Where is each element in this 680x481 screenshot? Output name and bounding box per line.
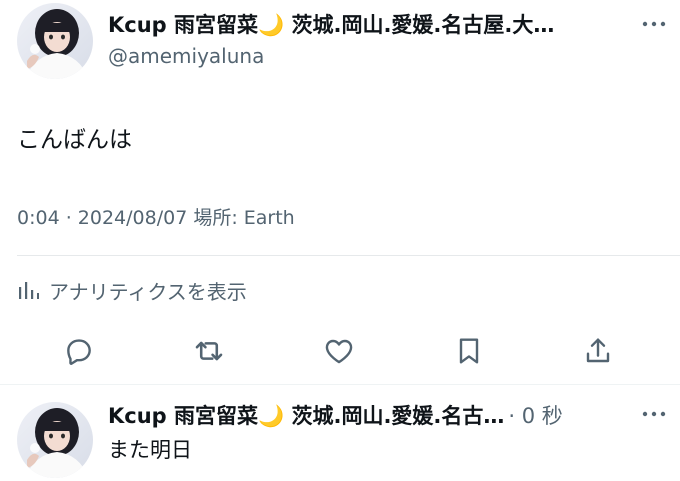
tweet-actions (0, 328, 680, 374)
reply-button[interactable] (62, 334, 96, 368)
divider (0, 384, 680, 385)
reply-header: Kcup 雨宮留菜🌙 茨城.岡山.愛媛.名古… · 0 秒 (108, 401, 633, 431)
user-handle[interactable]: @amemiyaluna (108, 42, 264, 70)
reply-timestamp[interactable]: · 0 秒 (508, 401, 562, 431)
like-button[interactable] (322, 334, 356, 368)
divider (17, 255, 680, 256)
retweet-button[interactable] (192, 334, 226, 368)
share-button[interactable] (581, 334, 615, 368)
analytics-label: アナリティクスを表示 (49, 279, 247, 304)
profile-photo (17, 402, 93, 478)
analytics-link[interactable]: アナリティクスを表示 (17, 275, 247, 305)
tweet-text: こんばんは (17, 127, 132, 153)
reply-text: また明日 (108, 438, 192, 462)
profile-photo (17, 3, 93, 79)
more-horizontal-icon[interactable] (640, 14, 668, 34)
display-name[interactable]: Kcup 雨宮留菜🌙 茨城.岡山.愛媛.名古屋.大… (108, 10, 618, 40)
share-icon (586, 338, 610, 363)
reply-display-name[interactable]: Kcup 雨宮留菜🌙 茨城.岡山.愛媛.名古… (108, 401, 504, 431)
retweet-icon (195, 341, 223, 361)
reply-icon (67, 339, 91, 365)
reply-avatar[interactable] (17, 402, 93, 478)
bookmark-button[interactable] (452, 334, 486, 368)
analytics-icon (19, 282, 39, 299)
avatar[interactable] (17, 3, 93, 79)
more-horizontal-icon[interactable] (640, 404, 668, 424)
bookmark-icon (459, 338, 479, 364)
tweet-meta[interactable]: 0:04 · 2024/08/07 場所: Earth (17, 204, 295, 232)
heart-icon (325, 339, 353, 364)
